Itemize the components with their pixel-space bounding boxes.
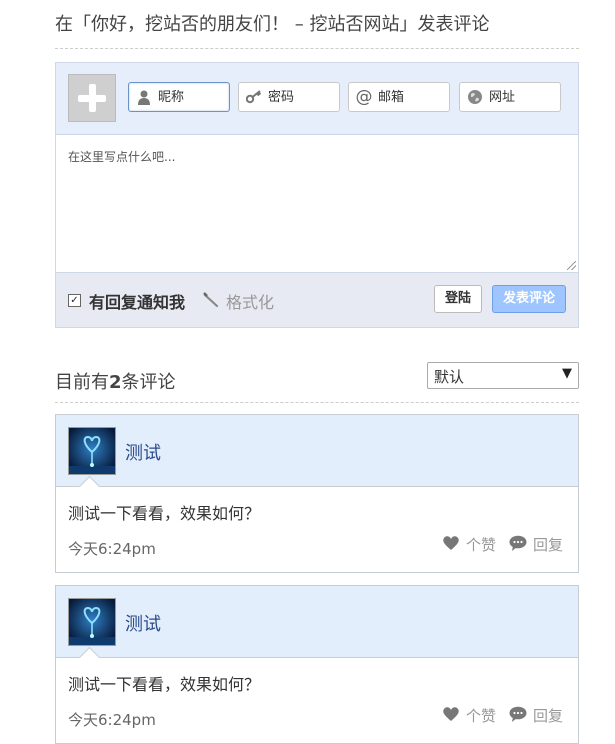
avatar-placeholder [68, 74, 116, 122]
resize-grip-icon[interactable] [567, 261, 576, 270]
key-icon [246, 89, 262, 105]
password-field[interactable] [238, 82, 340, 112]
password-input[interactable] [268, 87, 336, 107]
login-button[interactable]: 登陆 [434, 285, 482, 313]
dropdown-arrow-icon: ▼ [562, 366, 572, 381]
form-footer: ✓ 有回复通知我 格式化 登陆 发表评论 [56, 273, 578, 327]
reply-label[interactable]: 回复 [533, 534, 563, 555]
comments-section: 在「你好，挖站否的朋友们！ – 挖站否网站」发表评论 @ [55, 0, 579, 744]
avatar[interactable] [68, 598, 116, 646]
user-icon [136, 89, 152, 105]
comment-text: 测试一下看看，效果如何？ [68, 675, 261, 694]
at-icon: @ [355, 87, 373, 107]
email-field[interactable]: @ [348, 82, 450, 112]
divider [55, 402, 579, 403]
nickname-input[interactable] [158, 87, 226, 107]
comment-header: 测试 [56, 415, 578, 498]
sort-selected-value: 默认 [434, 368, 465, 386]
format-wand-icon[interactable] [203, 292, 219, 308]
comment-header: 测试 [56, 586, 578, 669]
comment-count: 目前有2条评论 [55, 372, 176, 393]
form-header: @ [56, 63, 578, 134]
heart-icon[interactable] [442, 706, 460, 722]
globe-icon [467, 89, 483, 105]
comment-item: 测试 测试一下看看，效果如何？ 今天6:24pm 个赞 回复 [55, 585, 579, 744]
format-label[interactable]: 格式化 [226, 289, 274, 313]
comment-time: 今天6:24pm [68, 540, 156, 558]
comment-textarea-wrap [56, 134, 578, 273]
like-label[interactable]: 个赞 [466, 534, 496, 555]
comment-author[interactable]: 测试 [125, 439, 161, 465]
comment-text: 测试一下看看，效果如何？ [68, 504, 261, 523]
reply-title: 在「你好，挖站否的朋友们！ – 挖站否网站」发表评论 [55, 14, 490, 35]
comment-author[interactable]: 测试 [125, 610, 161, 636]
nickname-field[interactable] [128, 82, 230, 112]
chat-bubble-icon[interactable] [509, 706, 527, 722]
comment-count-bar: 目前有2条评论 默认 ▼ [55, 362, 579, 402]
like-label[interactable]: 个赞 [466, 705, 496, 726]
comment-form: @ ✓ 有回复通知我 格式化 登陆 发表评论 [55, 62, 579, 328]
comment-body: 测试一下看看，效果如何？ 今天6:24pm 个赞 回复 [56, 658, 578, 743]
website-input[interactable] [489, 87, 557, 107]
website-field[interactable] [459, 82, 561, 112]
comment-item: 测试 测试一下看看，效果如何？ 今天6:24pm 个赞 回复 [55, 414, 579, 573]
email-input[interactable] [378, 87, 446, 107]
comment-body: 测试一下看看，效果如何？ 今天6:24pm 个赞 回复 [56, 487, 578, 572]
reply-label[interactable]: 回复 [533, 705, 563, 726]
divider [55, 48, 579, 49]
notify-checkbox[interactable]: ✓ [68, 294, 81, 307]
heart-icon[interactable] [442, 535, 460, 551]
sort-select[interactable]: 默认 ▼ [427, 362, 579, 389]
comment-time: 今天6:24pm [68, 711, 156, 729]
chat-bubble-icon[interactable] [509, 535, 527, 551]
avatar[interactable] [68, 427, 116, 475]
submit-comment-button[interactable]: 发表评论 [492, 285, 566, 313]
comment-textarea[interactable] [56, 135, 578, 272]
notify-label[interactable]: 有回复通知我 [89, 289, 185, 313]
